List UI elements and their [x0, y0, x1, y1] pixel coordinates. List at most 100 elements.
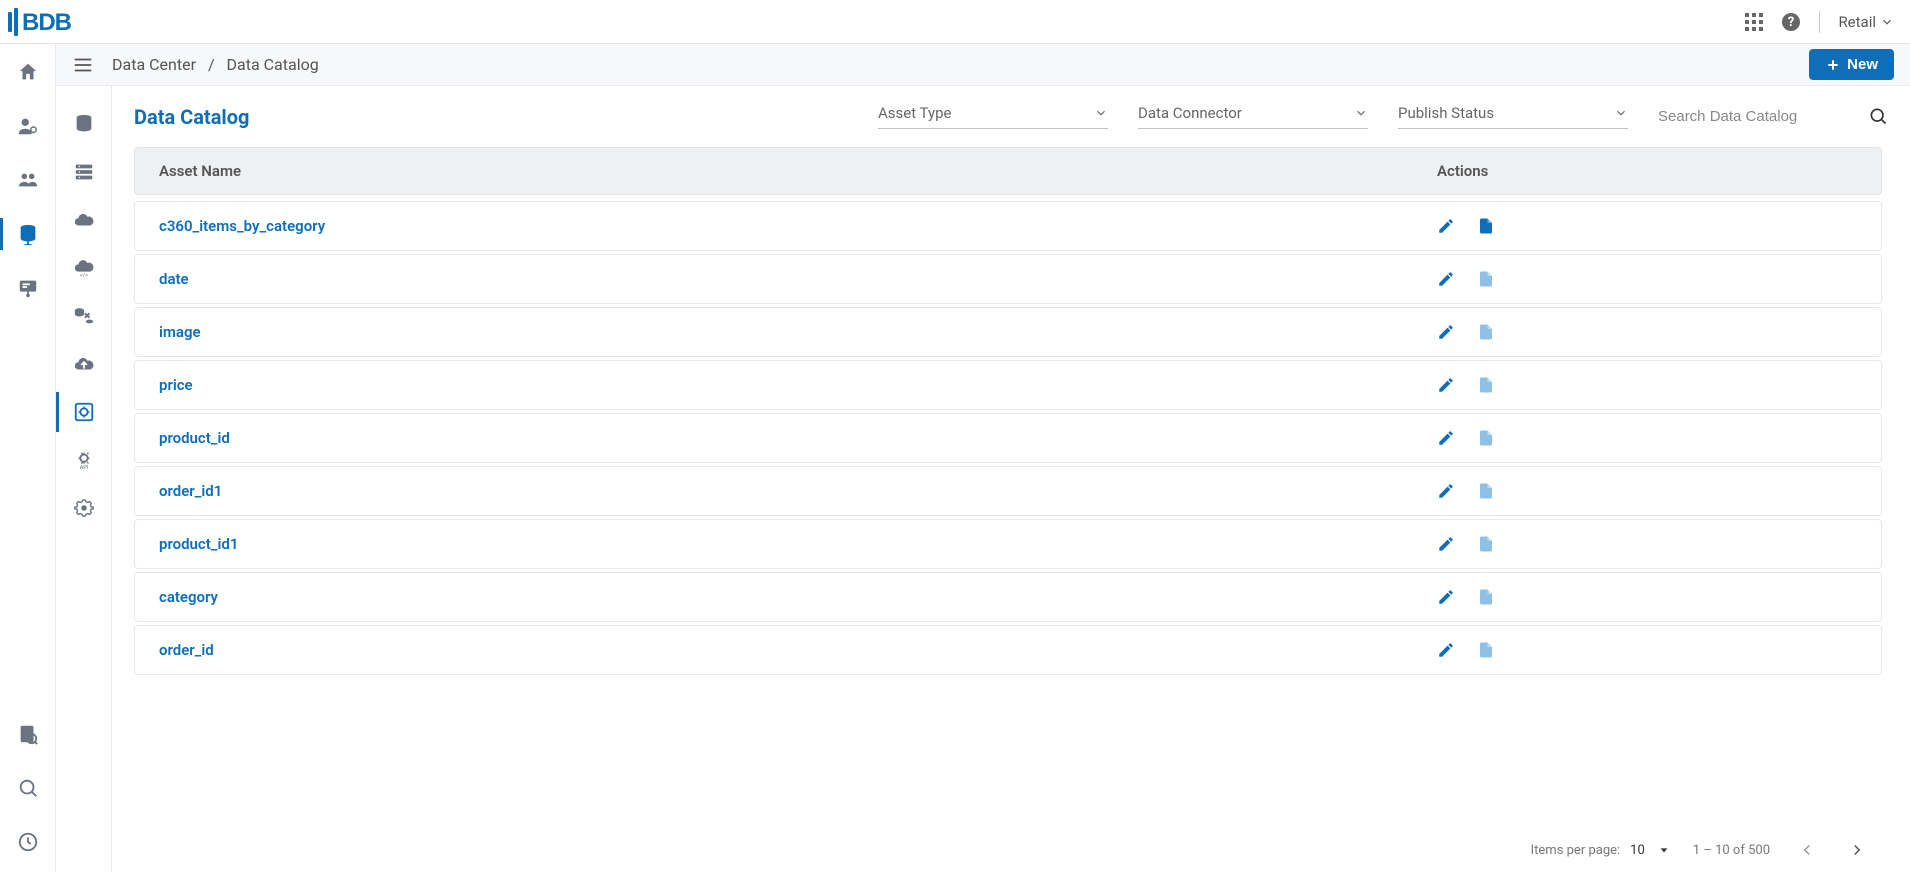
row-actions [1437, 376, 1857, 394]
asset-name-link[interactable]: product_id [159, 429, 1437, 447]
edit-icon[interactable] [1437, 323, 1455, 341]
document-icon[interactable] [1477, 588, 1495, 606]
help-icon[interactable]: ? [1781, 12, 1801, 32]
chevron-down-icon [1094, 106, 1108, 120]
monitor-icon[interactable] [0, 826, 56, 858]
explore-icon[interactable] [0, 772, 56, 804]
data-connector-filter[interactable]: Data Connector [1138, 104, 1368, 129]
asset-name-link[interactable]: date [159, 270, 1437, 288]
menu-icon[interactable] [72, 54, 94, 76]
document-icon[interactable] [1477, 217, 1495, 235]
table-header: Asset Name Actions [134, 147, 1882, 195]
new-button[interactable]: New [1809, 49, 1894, 80]
edit-icon[interactable] [1437, 641, 1455, 659]
row-actions [1437, 535, 1857, 553]
home-icon[interactable] [0, 56, 56, 88]
asset-name-link[interactable]: image [159, 323, 1437, 341]
table-row: product_id1 [134, 519, 1882, 569]
data-stores-icon[interactable] [56, 104, 112, 144]
page-size: Items per page: 10 [1531, 843, 1669, 858]
apps-grid-icon[interactable] [1745, 13, 1763, 31]
breadcrumb-parent[interactable]: Data Center [112, 55, 196, 74]
user-admin-icon[interactable] [0, 110, 56, 142]
edit-icon[interactable] [1437, 588, 1455, 606]
document-icon[interactable] [1477, 429, 1495, 447]
svg-text:API: API [79, 465, 88, 471]
asset-name-link[interactable]: order_id [159, 641, 1437, 659]
next-page-button[interactable] [1844, 837, 1870, 863]
svg-text:</>: </> [80, 273, 88, 279]
breadcrumb-current: Data Catalog [227, 55, 319, 74]
page-title: Data Catalog [134, 105, 514, 129]
prev-page-button[interactable] [1794, 837, 1820, 863]
data-connector-label: Data Connector [1138, 104, 1242, 122]
search-input[interactable] [1658, 108, 1862, 125]
row-actions [1437, 482, 1857, 500]
edit-icon[interactable] [1437, 429, 1455, 447]
document-icon[interactable] [1477, 323, 1495, 341]
asset-name-link[interactable]: c360_items_by_category [159, 217, 1437, 235]
data-icon[interactable] [0, 218, 56, 250]
chevron-down-icon [1354, 106, 1368, 120]
document-icon[interactable] [1477, 376, 1495, 394]
page-size-label: Items per page: [1531, 843, 1621, 858]
asset-type-filter[interactable]: Asset Type [878, 104, 1108, 129]
row-actions [1437, 217, 1857, 235]
cloud-icon[interactable] [56, 200, 112, 240]
table-row: order_id1 [134, 466, 1882, 516]
document-icon[interactable] [1477, 482, 1495, 500]
transform-icon[interactable] [56, 296, 112, 336]
api-settings-icon[interactable]: API [56, 440, 112, 480]
tenant-label: Retail [1838, 13, 1876, 31]
document-icon[interactable] [1477, 641, 1495, 659]
asset-name-link[interactable]: category [159, 588, 1437, 606]
row-actions [1437, 270, 1857, 288]
secondary-rail: </> API [56, 44, 112, 872]
filters: Asset Type Data Connector Publish Status [544, 104, 1888, 129]
asset-name-link[interactable]: product_id1 [159, 535, 1437, 553]
svg-text:BDB: BDB [22, 9, 72, 36]
tenant-selector[interactable]: Retail [1838, 13, 1894, 31]
row-actions [1437, 641, 1857, 659]
audit-icon[interactable] [0, 718, 56, 750]
publish-status-filter[interactable]: Publish Status [1398, 104, 1628, 129]
triangle-down-icon [1659, 845, 1669, 855]
settings-gear-icon[interactable] [56, 488, 112, 528]
page-size-select[interactable]: 10 [1630, 843, 1669, 858]
groups-icon[interactable] [0, 164, 56, 196]
table-row: date [134, 254, 1882, 304]
header-right: ? Retail [1745, 11, 1894, 33]
table-row: product_id [134, 413, 1882, 463]
document-icon[interactable] [1477, 270, 1495, 288]
asset-name-link[interactable]: price [159, 376, 1437, 394]
table-row: image [134, 307, 1882, 357]
main-content: Data Catalog Asset Type Data Connector P… [112, 86, 1910, 872]
edit-icon[interactable] [1437, 270, 1455, 288]
chevron-down-icon [1614, 106, 1628, 120]
breadcrumb: Data Center / Data Catalog [112, 55, 319, 74]
breadcrumb-separator: / [208, 55, 215, 74]
asset-name-link[interactable]: order_id1 [159, 482, 1437, 500]
document-icon[interactable] [1477, 535, 1495, 553]
edit-icon[interactable] [1437, 217, 1455, 235]
table[interactable]: Asset Name Actions c360_items_by_categor… [134, 147, 1888, 828]
plus-icon [1825, 57, 1841, 73]
edit-icon[interactable] [1437, 535, 1455, 553]
table-row: price [134, 360, 1882, 410]
edit-icon[interactable] [1437, 482, 1455, 500]
servers-icon[interactable] [56, 152, 112, 192]
row-actions [1437, 429, 1857, 447]
breadcrumb-bar: Data Center / Data Catalog New [56, 44, 1910, 86]
edit-icon[interactable] [1437, 376, 1455, 394]
table-row: c360_items_by_category [134, 201, 1882, 251]
presentation-icon[interactable] [0, 272, 56, 304]
search-icon[interactable] [1868, 106, 1888, 126]
cloud-code-icon[interactable]: </> [56, 248, 112, 288]
table-row: category [134, 572, 1882, 622]
catalog-icon[interactable] [56, 392, 112, 432]
chevron-down-icon [1880, 15, 1894, 29]
new-button-label: New [1847, 56, 1878, 73]
row-actions [1437, 323, 1857, 341]
upload-cloud-icon[interactable] [56, 344, 112, 384]
search-wrap [1658, 106, 1888, 127]
